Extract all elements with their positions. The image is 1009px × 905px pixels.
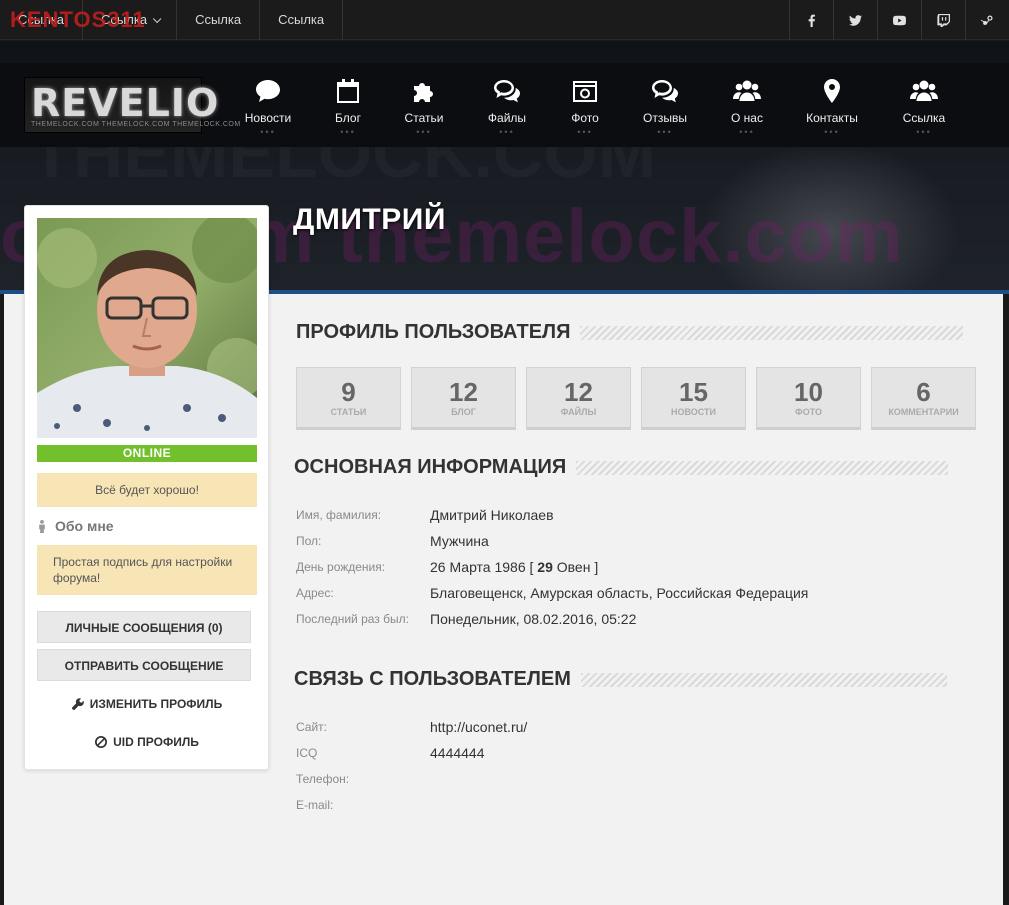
youtube-icon	[893, 15, 906, 25]
twitter-link[interactable]	[833, 0, 877, 40]
title-hatch-decoration	[580, 325, 964, 340]
nav-item-files[interactable]: Файлы •••	[487, 77, 527, 147]
users-icon	[733, 80, 761, 101]
profile-card: ONLINE Всё будет хорошо! Обо мне Простая…	[24, 205, 269, 770]
nav-item-about[interactable]: О нас •••	[730, 77, 764, 147]
youtube-link[interactable]	[877, 0, 921, 40]
comment-icon	[256, 80, 280, 102]
online-badge: ONLINE	[37, 445, 257, 462]
calendar-icon	[337, 79, 359, 103]
info-row-last-seen: Последний раз был: Понедельник, 08.02.20…	[296, 611, 637, 627]
facebook-icon	[808, 14, 815, 27]
site-logo[interactable]: REVELIO THEMELOCK.COM THEMELOCK.COM THEM…	[24, 77, 240, 133]
site-link[interactable]: http://uconet.ru/	[430, 719, 527, 735]
comments-icon	[652, 80, 678, 103]
nav-dots: •••	[916, 127, 932, 137]
edit-profile-link[interactable]: Изменить профиль	[37, 694, 257, 714]
twitch-link[interactable]	[921, 0, 965, 40]
title-hatch-decoration	[580, 672, 947, 687]
ban-icon	[95, 736, 108, 748]
facebook-link[interactable]	[789, 0, 833, 40]
nav-dots: •••	[260, 127, 276, 137]
info-row-name: Имя, фамилия: Дмитрий Николаев	[296, 507, 554, 523]
contact-section-title: Связь с пользователем	[294, 668, 947, 691]
contact-row-site: Сайт: http://uconet.ru/	[296, 719, 528, 735]
top-link-3[interactable]: Ссылка	[177, 0, 261, 40]
uid-profile-link[interactable]: UID профиль	[37, 732, 257, 752]
avatar	[37, 218, 257, 438]
nav-item-contacts[interactable]: Контакты •••	[806, 77, 858, 147]
logo-subtext: THEMELOCK.COM THEMELOCK.COM THEMELOCK.CO…	[31, 121, 241, 128]
twitch-icon	[937, 13, 950, 27]
birthday-value: 26 Марта 1986 [ 29 Овен ]	[430, 559, 599, 575]
status-message: Всё будет хорошо!	[37, 473, 257, 507]
twitter-icon	[849, 14, 862, 26]
comments-icon	[494, 80, 520, 103]
map-marker-icon	[824, 79, 840, 103]
send-message-button[interactable]: Отправить сообщение	[37, 649, 251, 681]
logo-text: REVELIO	[31, 81, 220, 125]
stat-articles[interactable]: 9 Статьи	[296, 367, 401, 430]
nav-item-reviews[interactable]: Отзывы •••	[642, 77, 688, 147]
nav-dots: •••	[499, 127, 515, 137]
info-row-gender: Пол: Мужчина	[296, 533, 489, 549]
top-link-1[interactable]: Ссылка	[0, 0, 84, 40]
info-row-birthday: День рождения: 26 Марта 1986 [ 29 Овен ]	[296, 559, 599, 575]
stat-photo[interactable]: 10 Фото	[756, 367, 861, 430]
contact-row-icq: ICQ 4444444	[296, 745, 485, 761]
signature-box: Простая подпись для настройки форума!	[37, 545, 257, 595]
top-links: Ссылка Ссылка Ссылка Ссылка	[0, 0, 344, 40]
about-title: Обо мне	[37, 518, 114, 534]
nav-dots: •••	[657, 127, 673, 137]
profile-name: ДМИТРИЙ	[293, 203, 446, 236]
stat-files[interactable]: 12 Файлы	[526, 367, 631, 430]
chevron-down-icon	[152, 14, 162, 24]
steam-link[interactable]	[965, 0, 1009, 40]
nav-item-news[interactable]: Новости •••	[244, 77, 292, 147]
nav-dots: •••	[340, 127, 356, 137]
avatar-photo	[37, 218, 257, 438]
nav-dots: •••	[577, 127, 593, 137]
steam-icon	[981, 14, 993, 25]
stat-blog[interactable]: 12 Блог	[411, 367, 516, 430]
nav-dots: •••	[739, 127, 755, 137]
contact-row-phone: Телефон:	[296, 772, 350, 786]
social-links	[789, 0, 1009, 40]
nav-item-blog[interactable]: Блог •••	[333, 77, 363, 147]
contact-row-email: E-mail:	[296, 798, 334, 812]
camera-icon	[573, 81, 597, 102]
nav-dots: •••	[416, 127, 432, 137]
main-navbar: REVELIO THEMELOCK.COM THEMELOCK.COM THEM…	[0, 63, 1009, 147]
private-messages-button[interactable]: Личные сообщения (0)	[37, 611, 251, 643]
profile-section-title: Профиль пользователя	[296, 321, 964, 344]
stat-news[interactable]: 15 Новости	[641, 367, 746, 430]
wrench-icon	[71, 698, 84, 710]
puzzle-icon	[414, 83, 433, 102]
info-row-address: Адрес: Благовещенск, Амурская область, Р…	[296, 585, 809, 601]
top-bar: Ссылка Ссылка Ссылка Ссылка KENTOS311	[0, 0, 1009, 40]
nav-dots: •••	[824, 127, 840, 137]
top-link-2-dropdown[interactable]: Ссылка	[83, 0, 178, 40]
basic-info-section-title: Основная информация	[294, 456, 949, 479]
age-value: 29	[537, 559, 553, 575]
users-icon	[910, 80, 938, 101]
title-hatch-decoration	[576, 460, 949, 475]
nav-item-link[interactable]: Ссылка •••	[902, 77, 946, 147]
stat-comments[interactable]: 6 Комментарии	[871, 367, 976, 430]
male-icon	[39, 519, 45, 533]
top-link-4[interactable]: Ссылка	[260, 0, 344, 40]
nav-item-photo[interactable]: Фото •••	[570, 77, 600, 147]
nav-item-articles[interactable]: Статьи •••	[404, 77, 444, 147]
